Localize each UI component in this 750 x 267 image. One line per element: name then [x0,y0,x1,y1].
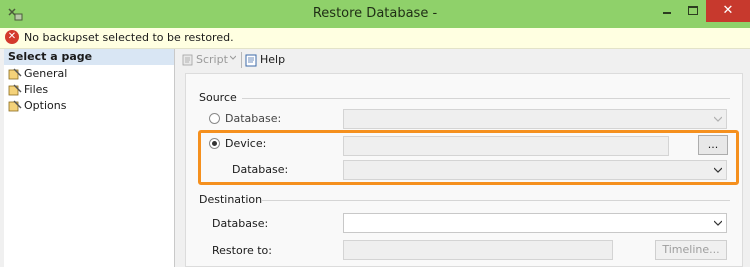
minimize-button[interactable] [654,0,680,22]
page-item-options[interactable]: Options [8,98,66,113]
toolbar-separator [241,52,242,68]
restore-to-field[interactable] [343,240,613,260]
select-page-header: Select a page [4,49,174,65]
script-label: Script [196,53,228,66]
close-icon: ✕ [722,3,734,18]
chevron-down-icon [714,116,722,122]
destination-divider [262,200,730,201]
script-icon [182,54,193,66]
source-section-title: Source [199,91,237,104]
destination-database-combo[interactable] [343,213,727,233]
timeline-button[interactable]: Timeline... [655,240,727,260]
source-divider [242,98,730,99]
source-database-combo [343,109,727,129]
page-item-general[interactable]: General [8,66,67,81]
database-radio-label: Database: [225,112,282,125]
error-icon: ✕ [5,30,19,44]
page-item-label: General [24,67,68,80]
close-button[interactable]: ✕ [706,0,750,22]
toolbar: Script Help [178,49,750,71]
title-bar: Restore Database - ✕ [0,0,750,28]
page-item-label: Files [24,83,49,96]
restore-to-label: Restore to: [212,244,272,257]
page-item-label: Options [24,99,67,112]
page-item-files[interactable]: Files [8,82,48,97]
help-icon [245,54,257,66]
window-title: Restore Database - [312,6,438,21]
chevron-down-icon[interactable] [230,55,236,61]
restore-to-input[interactable] [344,241,612,259]
error-message-bar: ✕ No backupset selected to be restored. [0,28,750,49]
page-icon [8,84,22,96]
chevron-down-icon [714,220,722,226]
database-radio[interactable] [209,113,220,124]
page-icon [8,68,22,80]
destination-database-label: Database: [212,217,269,230]
help-label: Help [260,53,286,66]
help-button[interactable]: Help [245,53,285,67]
select-page-pane: Select a page General Files Options [4,49,175,267]
page-icon [8,100,22,112]
device-highlight-box [198,130,739,185]
maximize-button[interactable] [680,0,706,22]
destination-section-title: Destination [199,193,263,206]
error-message: No backupset selected to be restored. [24,31,234,44]
script-button[interactable]: Script [182,53,228,66]
